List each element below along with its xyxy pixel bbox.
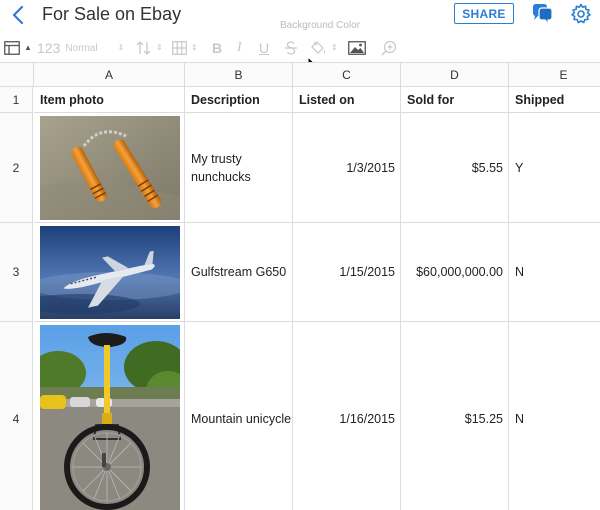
number-format-label: 123 <box>37 40 61 56</box>
listed-on-cell-row-3[interactable]: 1/15/2015 <box>293 223 401 322</box>
select-all-corner[interactable] <box>0 63 34 87</box>
settings-button[interactable] <box>570 3 592 25</box>
listed-on-cell-row-4[interactable]: 1/16/2015 <box>293 322 401 510</box>
description-cell-row-4[interactable]: Mountain unicycle <box>185 322 293 510</box>
zoom-button[interactable] <box>381 36 397 60</box>
strikethrough-icon <box>285 41 297 55</box>
comments-button[interactable] <box>530 2 554 26</box>
header-cell-listed-on[interactable]: Listed on <box>293 87 401 113</box>
sort-icon <box>136 41 151 55</box>
listed-on-cell-row-2[interactable]: 1/3/2015 <box>293 113 401 223</box>
description-cell-row-2[interactable]: My trusty nunchucks <box>185 113 293 223</box>
column-header-b[interactable]: B <box>185 63 293 87</box>
sold-for-cell-row-3[interactable]: $60,000,000.00 <box>401 223 509 322</box>
italic-button[interactable]: I <box>237 36 242 60</box>
sort-caret-icon: ⇕ <box>156 43 163 52</box>
borders-button[interactable]: ⇕ <box>172 36 198 60</box>
header-cell-shipped[interactable]: Shipped <box>509 87 600 113</box>
insert-image-button[interactable] <box>348 36 366 60</box>
shipped-cell-row-3[interactable]: N <box>509 223 600 322</box>
gulfstream-photo <box>40 226 180 319</box>
shipped-cell-row-4[interactable]: N <box>509 322 600 510</box>
unicycle-photo <box>40 325 180 510</box>
share-button[interactable]: SHARE <box>454 3 514 24</box>
spreadsheet-grid: A B C D E 1 Item photo Description Liste… <box>0 62 600 510</box>
zoom-icon <box>381 40 397 56</box>
bold-button[interactable]: B <box>212 36 222 60</box>
row-header-2[interactable]: 2 <box>0 113 33 223</box>
comment-icon <box>533 4 553 26</box>
column-header-e[interactable]: E <box>509 63 600 87</box>
format-toolbar: ▲︎ 123 Normal ⇕ ⇕ ⇕ B I U ⇕ <box>0 36 600 62</box>
borders-caret-icon: ⇕ <box>191 43 198 52</box>
insert-image-icon <box>348 41 366 55</box>
strikethrough-button[interactable] <box>284 36 298 60</box>
photo-cell-gulfstream[interactable] <box>34 223 185 322</box>
column-header-c[interactable]: C <box>293 63 401 87</box>
back-arrow-icon <box>12 6 24 24</box>
photo-cell-unicycle[interactable] <box>34 322 185 510</box>
borders-icon <box>172 41 187 55</box>
sold-for-cell-row-2[interactable]: $5.55 <box>401 113 509 223</box>
row-header-4[interactable]: 4 <box>0 322 33 510</box>
column-header-a[interactable]: A <box>34 63 185 87</box>
back-button[interactable] <box>6 4 30 26</box>
nunchucks-photo <box>40 116 180 220</box>
column-header-d[interactable]: D <box>401 63 509 87</box>
table-layout-caret-icon: ▲︎ <box>24 43 32 52</box>
fill-color-caret-icon: ⇕ <box>331 43 338 52</box>
underline-button[interactable]: U <box>259 36 269 60</box>
number-format-button[interactable]: 123 Normal ⇕ <box>37 36 124 60</box>
sold-for-cell-row-4[interactable]: $15.25 <box>401 322 509 510</box>
document-title[interactable]: For Sale on Ebay <box>42 4 181 25</box>
header-cell-sold-for[interactable]: Sold for <box>401 87 509 113</box>
header-cell-item-photo[interactable]: Item photo <box>34 87 185 113</box>
background-color-tooltip: Background Color <box>280 20 361 31</box>
row-header-3[interactable]: 3 <box>0 223 33 322</box>
shipped-cell-row-2[interactable]: Y <box>509 113 600 223</box>
gear-icon <box>571 3 591 24</box>
table-layout-button[interactable]: ▲︎ <box>4 36 32 60</box>
photo-cell-nunchucks[interactable] <box>34 113 185 223</box>
sort-button[interactable]: ⇕ <box>136 36 163 60</box>
description-cell-row-3[interactable]: Gulfstream G650 <box>185 223 293 322</box>
column-header-row: A B C D E <box>0 62 600 87</box>
header-cell-description[interactable]: Description <box>185 87 293 113</box>
style-label: Normal <box>65 42 98 54</box>
fill-color-icon <box>311 40 326 54</box>
row-header-1[interactable]: 1 <box>0 87 33 113</box>
table-layout-icon <box>4 41 20 55</box>
number-format-caret-icon: ⇕ <box>117 43 125 52</box>
